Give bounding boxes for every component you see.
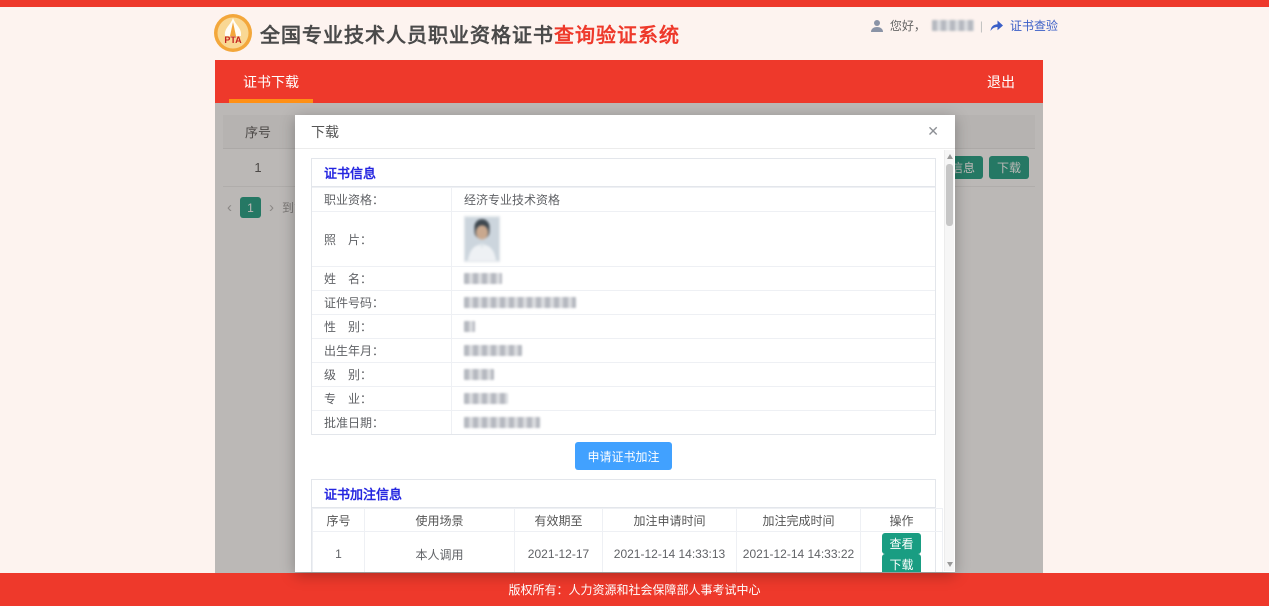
annotation-section-title: 证书加注信息 [312, 480, 935, 508]
tab-cert-download[interactable]: 证书下载 [243, 60, 299, 103]
main-nav: 证书下载 退出 [215, 60, 1043, 103]
field-row-major: 专 业： [312, 386, 935, 410]
username-redacted [932, 20, 974, 31]
id-photo [464, 216, 500, 262]
id-number-redacted [464, 297, 576, 308]
share-arrow-icon [989, 19, 1004, 32]
page-title: 全国专业技术人员职业资格证书查询验证系统 [260, 19, 680, 48]
annotation-header-row: 序号 使用场景 有效期至 加注申请时间 加注完成时间 操作 [313, 509, 943, 532]
greeting-divider: | [980, 19, 983, 33]
approval-date-redacted [464, 417, 540, 428]
logout-button[interactable]: 退出 [987, 72, 1015, 92]
svg-text:PTA: PTA [224, 35, 242, 45]
annotation-section: 证书加注信息 序号 使用场景 有效期至 加注申请时间 加注完成时间 操作 [311, 479, 936, 572]
dialog-title: 下载 [311, 122, 339, 142]
close-icon[interactable]: ✕ [927, 123, 939, 140]
dialog-body: 证书信息 职业资格： 经济专业技术资格 照 片： [295, 150, 944, 572]
gender-redacted [464, 321, 475, 332]
download-dialog: 下载 ✕ 证书信息 职业资格： 经济专业技术资格 照 片： [295, 115, 955, 572]
scrollbar-up-icon[interactable] [947, 154, 953, 159]
apply-annotation-button[interactable]: 申请证书加注 [575, 442, 671, 470]
scrollbar-down-icon[interactable] [947, 562, 953, 567]
field-row-name: 姓 名： [312, 266, 935, 290]
dialog-header: 下载 ✕ [295, 115, 955, 149]
view-annotation-button[interactable]: 查看 [882, 533, 920, 554]
user-icon [870, 19, 884, 33]
qualification-value: 经济专业技术资格 [464, 191, 560, 208]
field-row-level: 级 别： [312, 362, 935, 386]
page-title-main: 全国专业技术人员职业资格证书 [260, 25, 554, 47]
field-row-photo: 照 片： [312, 211, 935, 266]
page-title-accent: 查询验证系统 [554, 25, 680, 47]
top-accent-bar [0, 0, 1269, 7]
level-redacted [464, 369, 494, 380]
cert-verify-link[interactable]: 证书查验 [1010, 17, 1058, 34]
scrollbar-thumb[interactable] [946, 164, 953, 226]
brand-header: PTA 全国专业技术人员职业资格证书查询验证系统 [213, 13, 680, 53]
annotation-row-1: 1 本人调用 2021-12-17 2021-12-14 14:33:13 20… [313, 532, 943, 573]
name-redacted [464, 273, 502, 284]
modal-scrollbar[interactable] [944, 150, 954, 571]
greeting-text: 您好， [890, 17, 926, 34]
field-row-birth: 出生年月： [312, 338, 935, 362]
annotation-table: 序号 使用场景 有效期至 加注申请时间 加注完成时间 操作 1 本人调用 202… [312, 508, 943, 572]
user-greeting: 您好， | 证书查验 [870, 17, 1058, 34]
field-row-gender: 性 别： [312, 314, 935, 338]
field-row-qualification: 职业资格： 经济专业技术资格 [312, 187, 935, 211]
field-row-approval-date: 批准日期： [312, 410, 935, 434]
download-annotation-button[interactable]: 下载 [882, 554, 920, 572]
major-redacted [464, 393, 508, 404]
cert-info-section-title: 证书信息 [312, 159, 935, 187]
birth-redacted [464, 345, 522, 356]
cert-info-section: 证书信息 职业资格： 经济专业技术资格 照 片： [311, 158, 936, 435]
page-footer: 版权所有：人力资源和社会保障部人事考试中心 [0, 573, 1269, 606]
copyright-text: 版权所有：人力资源和社会保障部人事考试中心 [508, 581, 760, 598]
field-row-id-number: 证件号码： [312, 290, 935, 314]
pta-logo-icon: PTA [213, 13, 253, 53]
